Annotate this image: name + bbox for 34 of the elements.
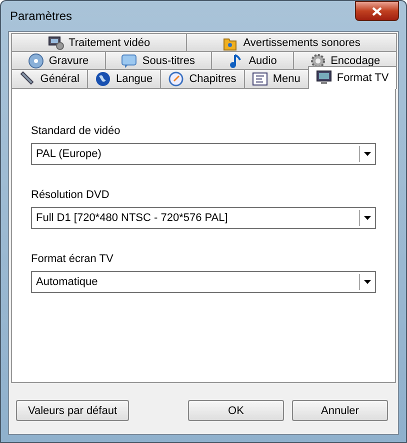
tab[interactable]: Général bbox=[11, 69, 88, 88]
tab-icon bbox=[19, 71, 36, 87]
tab-icon bbox=[168, 71, 184, 87]
tab-icon bbox=[48, 34, 64, 50]
tab-icon bbox=[121, 52, 138, 68]
close-icon bbox=[372, 6, 382, 16]
tab-icon bbox=[316, 70, 332, 86]
dialog-button[interactable]: Annuler bbox=[292, 400, 388, 421]
tab[interactable]: Traitement vidéo bbox=[11, 33, 187, 51]
tab-icon bbox=[252, 71, 268, 87]
window-title: Paramètres bbox=[9, 9, 72, 23]
dropdown-arrow-icon bbox=[364, 280, 370, 284]
tab[interactable]: Menu bbox=[244, 69, 309, 88]
tab[interactable]: Langue bbox=[86, 69, 161, 88]
tab[interactable]: Gravure bbox=[11, 51, 106, 69]
dialog-button[interactable]: OK bbox=[188, 400, 284, 421]
tab-icon bbox=[28, 52, 44, 68]
dropdown[interactable]: Full D1 [720*480 NTSC - 720*576 PAL] bbox=[31, 207, 376, 229]
field-label: Format écran TV bbox=[31, 253, 114, 265]
dropdown-arrow-icon bbox=[364, 152, 370, 156]
tab[interactable]: Avertissements sonores bbox=[186, 33, 397, 51]
tab[interactable]: Sous-titres bbox=[104, 51, 212, 69]
tab[interactable]: Format TV bbox=[308, 66, 397, 89]
field-label: Standard de vidéo bbox=[31, 125, 122, 137]
dropdown[interactable]: PAL (Europe) bbox=[31, 143, 376, 165]
dropdown-arrow-icon bbox=[364, 216, 370, 220]
tab-icon bbox=[310, 52, 326, 68]
field-label: Résolution DVD bbox=[31, 189, 110, 201]
tab-icon bbox=[94, 71, 111, 87]
close-button[interactable] bbox=[355, 1, 399, 21]
dialog-button[interactable]: Valeurs par défaut bbox=[16, 400, 129, 421]
tab[interactable]: Chapitres bbox=[160, 69, 245, 88]
tab[interactable]: Audio bbox=[210, 51, 294, 69]
dropdown[interactable]: Automatique bbox=[31, 271, 376, 293]
